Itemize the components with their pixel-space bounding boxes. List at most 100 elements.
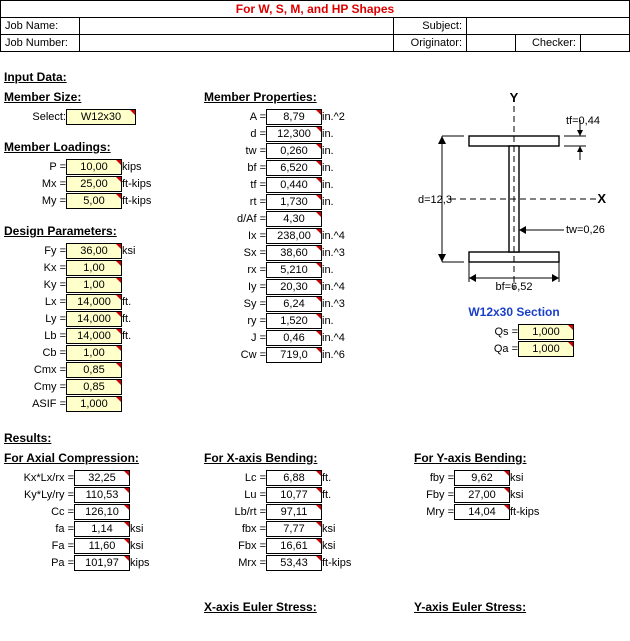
- value-cell[interactable]: 1,00: [66, 345, 122, 361]
- row-label: ASIF =: [4, 396, 66, 412]
- row-label: My =: [4, 193, 66, 209]
- value-cell: 32,25: [74, 470, 130, 486]
- value-cell: 53,43: [266, 555, 322, 571]
- x-euler-head: X-axis Euler Stress:: [204, 600, 394, 614]
- value-cell[interactable]: 14,000: [66, 311, 122, 327]
- row-label: Fby =: [414, 487, 454, 503]
- value-cell[interactable]: 1,000: [518, 341, 574, 357]
- row-label: d =: [204, 126, 266, 142]
- unit-label: ksi: [510, 470, 550, 486]
- row-label: Iy =: [204, 279, 266, 295]
- value-cell[interactable]: 1,000: [518, 324, 574, 340]
- value-cell[interactable]: 36,00: [66, 243, 122, 259]
- row-label: tw =: [204, 143, 266, 159]
- value-cell: 7,77: [266, 521, 322, 537]
- value-cell[interactable]: 25,00: [66, 176, 122, 192]
- row-label: fby =: [414, 470, 454, 486]
- value-cell: 97,11: [266, 504, 322, 520]
- unit-label: ksi: [130, 538, 170, 554]
- row-label: J =: [204, 330, 266, 346]
- row-label: Lb =: [4, 328, 66, 344]
- unit-label: ksi: [130, 521, 170, 537]
- unit-label: [574, 324, 614, 340]
- value-cell: 0,260: [266, 143, 322, 159]
- unit-label: ksi: [322, 521, 362, 537]
- value-cell[interactable]: 1,000: [66, 396, 122, 412]
- value-cell: 14,04: [454, 504, 510, 520]
- row-label: rx =: [204, 262, 266, 278]
- section-diagram: Y X d=12,3: [414, 90, 614, 358]
- y-euler-head: Y-axis Euler Stress:: [414, 600, 594, 614]
- row-label: Lx =: [4, 294, 66, 310]
- row-label: Mx =: [4, 176, 66, 192]
- row-label: ry =: [204, 313, 266, 329]
- unit-label: in.^6: [322, 347, 362, 363]
- job-name-field[interactable]: [80, 18, 394, 35]
- subject-field[interactable]: [467, 18, 630, 35]
- row-label: d/Af =: [204, 211, 266, 227]
- unit-label: [122, 379, 162, 395]
- axis-y-label: Y: [510, 90, 519, 105]
- row-label: Sy =: [204, 296, 266, 312]
- unit-label: kips: [122, 159, 162, 175]
- member-select-field[interactable]: W12x30: [66, 109, 136, 125]
- job-number-field[interactable]: [80, 35, 394, 52]
- design-params-head: Design Parameters:: [4, 224, 184, 238]
- subject-label: Subject:: [394, 18, 467, 35]
- value-cell[interactable]: 5,00: [66, 193, 122, 209]
- value-cell[interactable]: 0,85: [66, 379, 122, 395]
- axial-head: For Axial Compression:: [4, 451, 184, 465]
- value-cell: 719,0: [266, 347, 322, 363]
- row-label: Qs =: [484, 324, 518, 340]
- value-cell[interactable]: 10,00: [66, 159, 122, 175]
- row-label: Mry =: [414, 504, 454, 520]
- unit-label: in.^4: [322, 228, 362, 244]
- originator-field[interactable]: [467, 35, 516, 52]
- value-cell[interactable]: 14,000: [66, 294, 122, 310]
- value-cell: 12,300: [266, 126, 322, 142]
- unit-label: [122, 396, 162, 412]
- row-label: Kx*Lx/rx =: [4, 470, 74, 486]
- value-cell: 0,440: [266, 177, 322, 193]
- value-cell[interactable]: 1,00: [66, 260, 122, 276]
- checker-field[interactable]: [581, 35, 630, 52]
- unit-label: ft.: [122, 294, 162, 310]
- value-cell: 1,14: [74, 521, 130, 537]
- member-loadings-head: Member Loadings:: [4, 140, 184, 154]
- member-select-label: Select:: [4, 109, 66, 125]
- unit-label: ft-kips: [322, 555, 362, 571]
- row-label: Fa =: [4, 538, 74, 554]
- tw-label: tw=0,26: [566, 224, 605, 236]
- unit-label: in.: [322, 262, 362, 278]
- ybend-head: For Y-axis Bending:: [414, 451, 594, 465]
- row-label: Cw =: [204, 347, 266, 363]
- unit-label: [122, 345, 162, 361]
- row-label: Pa =: [4, 555, 74, 571]
- value-cell[interactable]: 14,000: [66, 328, 122, 344]
- row-label: Lu =: [204, 487, 266, 503]
- value-cell[interactable]: 1,00: [66, 277, 122, 293]
- row-label: Ky =: [4, 277, 66, 293]
- value-cell: 6,520: [266, 160, 322, 176]
- value-cell: 20,30: [266, 279, 322, 295]
- row-label: Cmy =: [4, 379, 66, 395]
- input-data-head: Input Data:: [4, 70, 626, 84]
- unit-label: [122, 277, 162, 293]
- value-cell: 238,00: [266, 228, 322, 244]
- xbend-head: For X-axis Bending:: [204, 451, 394, 465]
- row-label: Ky*Ly/ry =: [4, 487, 74, 503]
- tf-label: tf=0,44: [566, 115, 600, 127]
- member-props-head: Member Properties:: [204, 90, 394, 104]
- row-label: Fbx =: [204, 538, 266, 554]
- value-cell: 110,53: [74, 487, 130, 503]
- value-cell: 27,00: [454, 487, 510, 503]
- unit-label: ft.: [322, 470, 362, 486]
- unit-label: ft-kips: [122, 176, 162, 192]
- value-cell: 16,61: [266, 538, 322, 554]
- unit-label: in.: [322, 177, 362, 193]
- value-cell[interactable]: 0,85: [66, 362, 122, 378]
- row-label: bf =: [204, 160, 266, 176]
- unit-label: in.: [322, 194, 362, 210]
- unit-label: in.: [322, 160, 362, 176]
- unit-label: [130, 504, 170, 520]
